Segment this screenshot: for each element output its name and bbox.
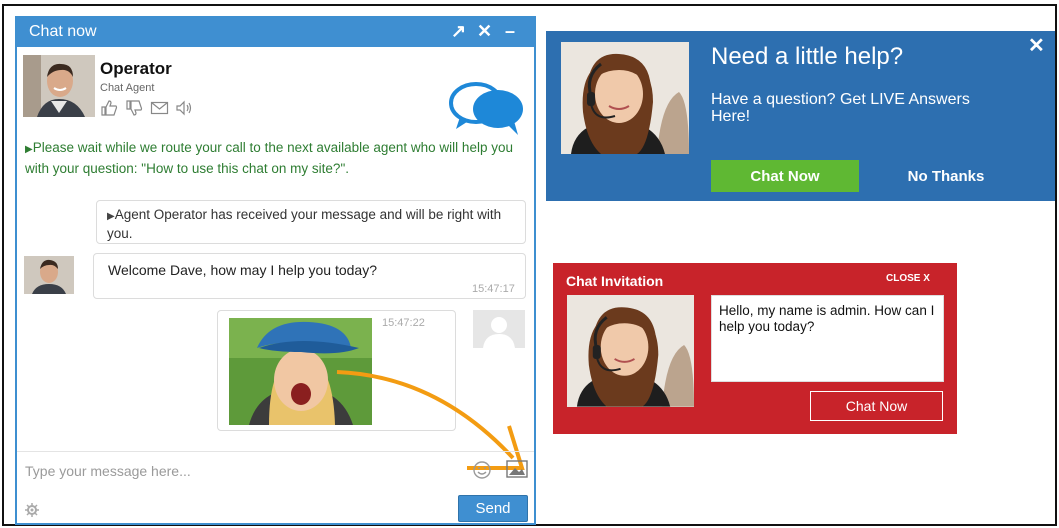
invitation-close-button[interactable]: CLOSE X: [886, 273, 930, 284]
emoji-icon[interactable]: [472, 460, 492, 480]
invitation-chat-now-button[interactable]: Chat Now: [810, 391, 943, 421]
chat-invitation-panel: Chat Invitation CLOSE X Hello, my name i…: [553, 263, 957, 434]
chat-footer: Send: [17, 491, 534, 525]
speaker-icon[interactable]: [175, 99, 194, 117]
play-arrow-icon: ▶: [25, 144, 33, 155]
help-title: Need a little help?: [711, 43, 904, 70]
agent-headset-photo: [567, 295, 694, 407]
message-input[interactable]: [25, 460, 455, 482]
message-composer: [17, 451, 534, 491]
chat-now-button[interactable]: Chat Now: [711, 160, 859, 192]
close-icon[interactable]: ✕: [477, 21, 492, 41]
email-icon[interactable]: [150, 99, 169, 117]
agent-notice: ▶Agent Operator has received your messag…: [96, 200, 526, 244]
help-subtitle: Have a question? Get LIVE Answers Here!: [711, 91, 970, 125]
thumbs-up-icon[interactable]: [100, 99, 119, 117]
expand-icon[interactable]: ↗: [451, 21, 466, 41]
agent-notice-text: Agent Operator has received your message…: [107, 207, 502, 241]
operator-actions: [100, 99, 194, 117]
chat-window: Chat now ↗ ✕ – Operator Chat Agent ▶Plea…: [15, 16, 536, 525]
operator-avatar: [23, 55, 95, 117]
chat-header: Chat now ↗ ✕ –: [17, 18, 534, 47]
invitation-message: Hello, my name is admin. How can I help …: [711, 295, 944, 382]
user-avatar: [473, 310, 525, 348]
image-upload-icon[interactable]: [506, 460, 528, 478]
chat-bubbles-icon: [449, 82, 523, 135]
message-timestamp: 15:47:17: [472, 283, 515, 295]
system-message-text: Please wait while we route your call to …: [25, 140, 513, 176]
welcome-text: Welcome Dave, how may I help you today?: [108, 262, 377, 278]
operator-panel: Operator Chat Agent: [17, 47, 534, 139]
no-thanks-button[interactable]: No Thanks: [881, 160, 1011, 192]
agent-avatar: [24, 256, 74, 294]
system-message: ▶Please wait while we route your call to…: [25, 138, 525, 178]
play-arrow-icon: ▶: [107, 211, 115, 222]
gear-icon[interactable]: [25, 503, 39, 517]
welcome-message: Welcome Dave, how may I help you today? …: [93, 253, 526, 299]
operator-role: Chat Agent: [100, 82, 155, 94]
message-timestamp: 15:47:22: [382, 317, 425, 329]
help-panel: Need a little help? Have a question? Get…: [546, 31, 1055, 201]
close-icon[interactable]: ✕: [1028, 33, 1045, 58]
operator-name: Operator: [100, 59, 172, 78]
minimize-icon[interactable]: –: [505, 21, 515, 41]
agent-headset-photo: [561, 42, 689, 154]
invitation-title: Chat Invitation: [566, 273, 664, 289]
chat-title: Chat now: [29, 23, 97, 40]
thumbs-down-icon[interactable]: [125, 99, 144, 117]
send-button[interactable]: Send: [458, 495, 528, 522]
